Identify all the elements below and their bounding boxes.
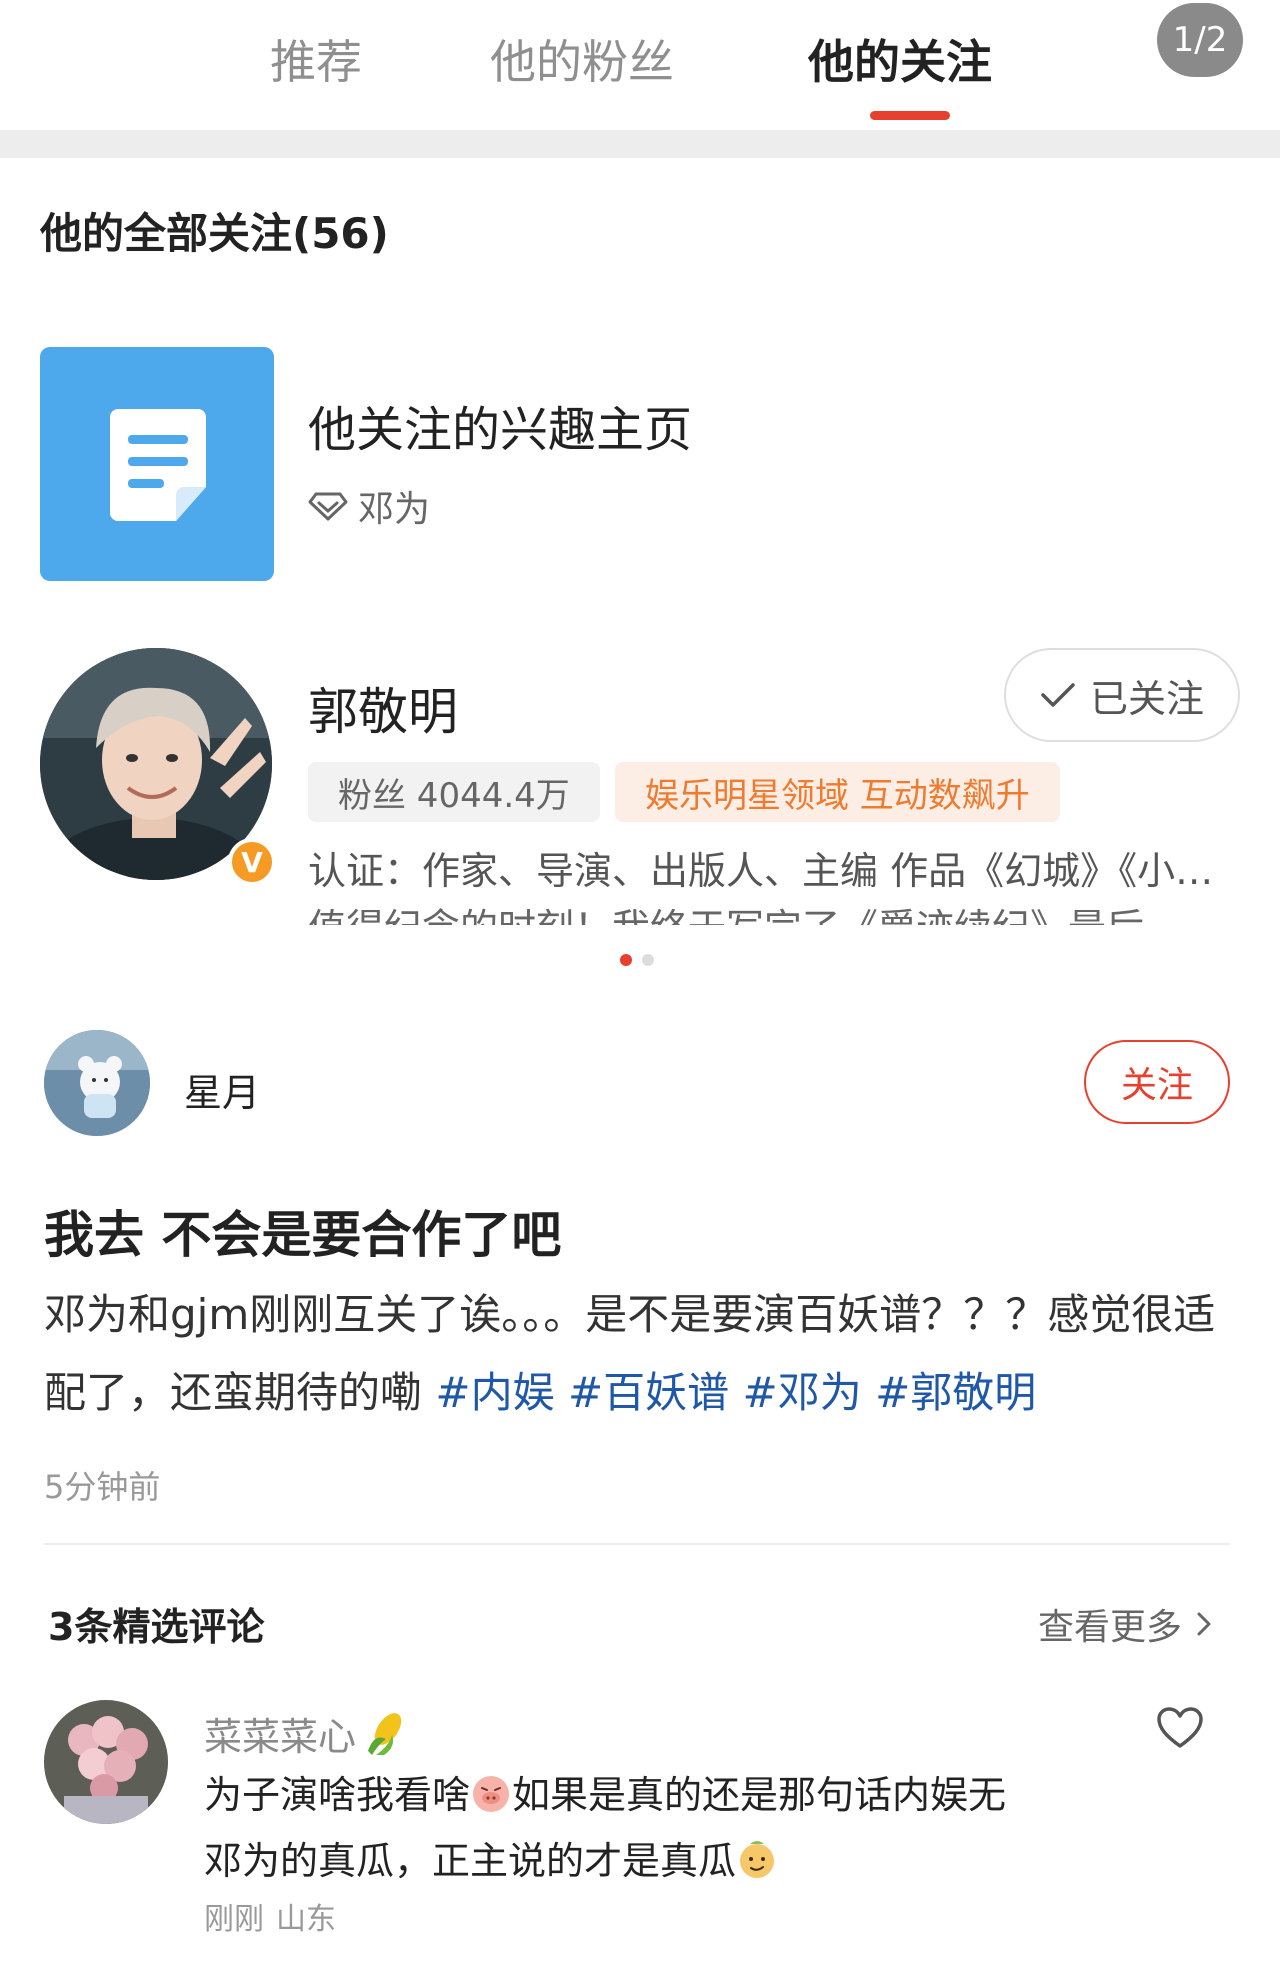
tab-recommend[interactable]: 推荐 [270,26,362,92]
comment-author-name: 菜菜菜心 [204,1715,357,1759]
verified-badge-icon: V [228,838,276,886]
page-title: 他的全部关注(56) [40,209,389,258]
interest-page-owner: 邓为 [308,480,430,532]
chevron-right-icon [1197,1612,1211,1636]
post-body: 邓为和gjm刚刚互关了诶。。。是不是要演百妖谱？？？感觉很适配了，还蛮期待的嘞 … [44,1276,1240,1432]
post-author-name[interactable]: 星月 [184,1062,260,1117]
hashtag-link[interactable]: #内娱 [435,1368,554,1417]
comment-text: 为子演啥我看啥 如果是真的还是那句话内娱无邓为的真瓜，正主说的才是真瓜 [204,1762,1024,1894]
check-icon [1041,683,1075,707]
tab-his-fans[interactable]: 他的粉丝 [490,26,674,92]
post-timestamp: 5分钟前 [44,1468,161,1506]
interest-owner-name: 邓为 [358,489,431,530]
hashtag-link[interactable]: #邓为 [743,1368,862,1417]
verification-text: 认证：作家、导演、出版人、主编 作品《幻城》《小… [308,849,1214,893]
following-button[interactable]: 已关注 [1004,648,1240,742]
avatar-photo [44,1030,150,1136]
hashtag-link[interactable]: #百妖谱 [568,1368,729,1417]
active-tab-indicator [870,111,950,120]
comment-text-part1: 为子演啥我看啥 [204,1773,471,1817]
like-heart-icon[interactable] [1156,1706,1204,1750]
pig-face-emoji-icon [473,1776,510,1812]
smug-face-emoji-icon [740,1841,775,1878]
following-label: 已关注 [1089,676,1204,721]
section-separator [0,130,1280,158]
carousel-dot-active [620,954,632,966]
divider [44,1543,1230,1545]
view-more-link[interactable]: 查看更多 [1038,1598,1212,1650]
post-title: 我去 不会是要合作了吧 [44,1206,562,1264]
comment-time: 刚刚 [204,1902,264,1937]
carousel-dots [620,954,654,966]
fans-count-tag: 粉丝 4044.4万 [308,762,600,822]
comment-author[interactable]: 菜菜菜心 [204,1706,408,1761]
comments-section-title: 3条精选评论 [48,1605,265,1649]
avatar[interactable] [44,1700,168,1824]
document-icon [110,409,206,521]
domain-tag: 娱乐明星领域 互动数飙升 [615,762,1060,822]
tab-his-following[interactable]: 他的关注 [808,26,992,92]
comment-location: 山东 [276,1902,336,1937]
interest-page-thumbnail[interactable] [40,347,274,581]
follow-button[interactable]: 关注 [1084,1040,1230,1124]
avatar-photo [44,1700,168,1824]
top-tab-bar: 推荐 他的粉丝 他的关注 1/2 [0,0,1280,130]
comment-meta: 刚刚 山东 [204,1894,336,1938]
avatar[interactable] [44,1030,150,1136]
diamond-icon [308,492,348,521]
carousel-dot [642,954,654,966]
page-indicator-badge: 1/2 [1157,3,1243,77]
bio-next-line-clipped: 值得纪念的时刻！我终于写完了《爵迹续纪》最后 [308,905,1228,925]
corn-icon [368,1712,402,1755]
view-more-label: 查看更多 [1038,1607,1183,1648]
followed-user-name[interactable]: 郭敬明 [308,672,458,744]
hashtag-link[interactable]: #郭敬明 [875,1368,1036,1417]
interest-page-title[interactable]: 他关注的兴趣主页 [308,390,692,460]
bio-next-line-text: 值得纪念的时刻！我终于写完了《爵迹续纪》最后 [308,905,1228,925]
